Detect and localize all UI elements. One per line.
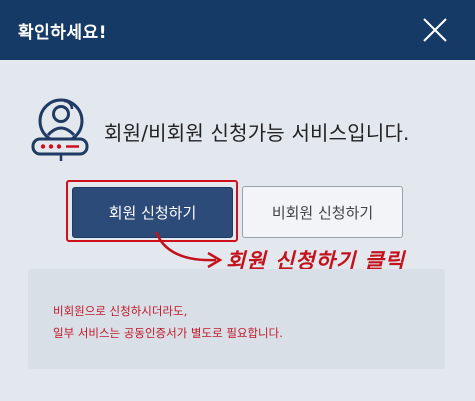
- service-availability-text: 회원/비회원 신청가능 서비스입니다.: [104, 121, 410, 145]
- notice-line-1: 비회원으로 신청하시더라도,: [53, 304, 188, 318]
- close-button[interactable]: [419, 14, 451, 46]
- dialog-title: 확인하세요!: [18, 23, 107, 43]
- notice-box: 비회원으로 신청하시더라도, 일부 서비스는 공동인증서가 별도로 필요합니다.: [28, 269, 445, 369]
- guest-apply-label: 비회원 신청하기: [271, 203, 374, 222]
- member-apply-label: 회원 신청하기: [108, 204, 197, 222]
- close-icon: [423, 18, 447, 42]
- member-id-icon: [31, 98, 89, 161]
- guest-apply-button[interactable]: 비회원 신청하기: [242, 186, 403, 238]
- dialog-header: 확인하세요!: [0, 0, 475, 60]
- confirm-dialog: 확인하세요! 회원/비회원 신청가능 서비스입니다. 회원 신청하기 비회원 신…: [0, 0, 475, 401]
- notice-line-2: 일부 서비스는 공동인증서가 별도로 필요합니다.: [53, 326, 283, 340]
